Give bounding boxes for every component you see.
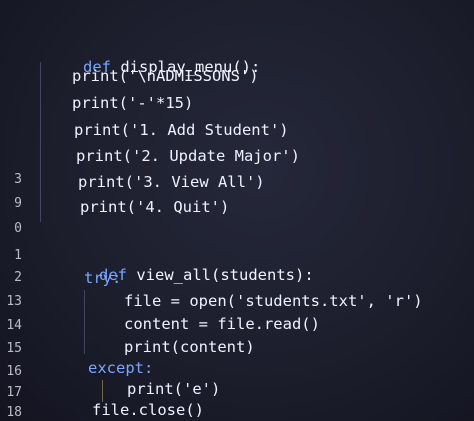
code-area[interactable]: def display_menu(): print('\nADMISSONS')… xyxy=(0,0,474,421)
code-line[interactable]: print('1. Add Student') xyxy=(74,120,289,140)
code-line[interactable]: print(content) xyxy=(124,337,255,357)
code-line[interactable]: print('3. View All') xyxy=(78,172,265,192)
code-editor[interactable]: 3 9 0 1 2 13 14 15 16 17 18 def display_… xyxy=(0,0,474,421)
code-line[interactable]: file.close() xyxy=(92,400,204,420)
code-line[interactable]: print('4. Quit') xyxy=(80,197,229,217)
code-line-try[interactable]: try: xyxy=(84,268,121,288)
code-line[interactable]: print('-'*15) xyxy=(72,93,193,113)
code-line[interactable]: print('2. Update Major') xyxy=(76,146,300,166)
code-line[interactable]: print('e') xyxy=(127,379,220,399)
code-line[interactable]: content = file.read() xyxy=(124,314,320,334)
code-line-except[interactable]: except: xyxy=(88,358,153,378)
function-signature: view_all(students): xyxy=(136,266,314,284)
code-line[interactable]: print('\nADMISSONS') xyxy=(72,66,259,86)
code-line[interactable]: file = open('students.txt', 'r') xyxy=(124,291,423,311)
